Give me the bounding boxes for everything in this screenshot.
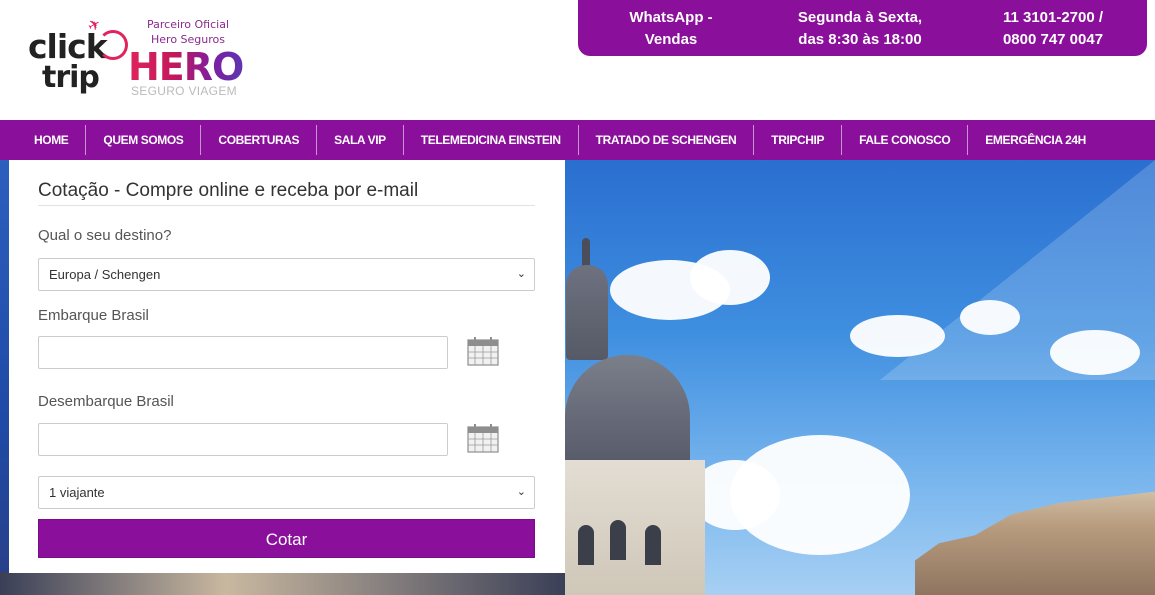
chevron-down-icon: ⌄: [516, 486, 526, 498]
main-nav: HOME QUEM SOMOS COBERTURAS SALA VIP TELE…: [0, 120, 1155, 160]
nav-item-tripchip[interactable]: TRIPCHIP: [754, 125, 843, 155]
phone-line-1: 11 3101-2700 /: [1002, 9, 1104, 26]
travelers-select[interactable]: 1 viajante ⌄: [38, 476, 535, 509]
destination-selected-value: Europa / Schengen: [49, 267, 161, 282]
logo-trip-text: trip: [42, 60, 100, 95]
contact-box: WhatsApp - Vendas Segunda à Sexta, das 8…: [578, 0, 1147, 56]
return-label: Desembarque Brasil: [38, 393, 174, 410]
partner-line-1: Parceiro Oficial: [146, 18, 230, 31]
site-header: click ✈ trip Parceiro Oficial Hero Segur…: [0, 0, 1155, 120]
nav-item-coberturas[interactable]: COBERTURAS: [201, 125, 318, 155]
hero-logo-subtitle: SEGURO VIAGEM: [131, 84, 237, 98]
whatsapp-line-2: Vendas: [644, 31, 698, 48]
chevron-down-icon: ⌄: [516, 268, 526, 280]
travelers-selected-value: 1 viajante: [49, 485, 105, 500]
banner-bottom-strip: [0, 572, 565, 595]
departure-label: Embarque Brasil: [38, 307, 149, 324]
hero-logo: HERO: [128, 45, 244, 89]
departure-date-input[interactable]: [38, 336, 448, 369]
banner-window: [645, 525, 661, 565]
nav-item-emergencia[interactable]: EMERGÊNCIA 24H: [968, 125, 1103, 155]
hours-line-2: das 8:30 às 18:00: [798, 31, 922, 48]
destination-label: Qual o seu destino?: [38, 227, 172, 244]
nav-item-sala-vip[interactable]: SALA VIP: [317, 125, 404, 155]
nav-item-home[interactable]: HOME: [17, 125, 87, 155]
destination-select[interactable]: Europa / Schengen ⌄: [38, 258, 535, 291]
banner-lantern: [566, 265, 608, 360]
calendar-icon[interactable]: [467, 336, 499, 366]
banner-window: [610, 520, 626, 560]
nav-item-schengen[interactable]: TRATADO DE SCHENGEN: [579, 125, 755, 155]
nav-item-quem-somos[interactable]: QUEM SOMOS: [86, 125, 202, 155]
calendar-icon[interactable]: [467, 423, 499, 453]
form-title: Cotação - Compre online e receba por e-m…: [38, 180, 419, 201]
quote-form: Cotação - Compre online e receba por e-m…: [9, 160, 565, 573]
hours-line-1: Segunda à Sexta,: [797, 9, 923, 26]
banner-cloud: [690, 250, 770, 305]
partner-text: Parceiro Oficial Hero Seguros: [128, 17, 248, 47]
site-logo-link[interactable]: click ✈ trip Parceiro Oficial Hero Segur…: [0, 0, 260, 110]
banner-triangle: [880, 160, 1155, 380]
whatsapp-sales-link[interactable]: WhatsApp - Vendas: [600, 7, 742, 51]
nav-item-telemedicina[interactable]: TELEMEDICINA EINSTEIN: [404, 125, 579, 155]
return-date-input[interactable]: [38, 423, 448, 456]
banner-window: [578, 525, 594, 565]
phone-line-2: 0800 747 0047: [1002, 31, 1104, 48]
logo-ring: [98, 30, 128, 60]
phone-numbers-link[interactable]: 11 3101-2700 / 0800 747 0047: [968, 7, 1138, 51]
business-hours: Segunda à Sexta, das 8:30 às 18:00: [765, 7, 955, 51]
nav-item-fale-conosco[interactable]: FALE CONOSCO: [842, 125, 969, 155]
whatsapp-line-1: WhatsApp -: [629, 9, 713, 26]
form-divider: [38, 205, 535, 206]
quote-submit-button[interactable]: Cotar: [38, 519, 535, 558]
